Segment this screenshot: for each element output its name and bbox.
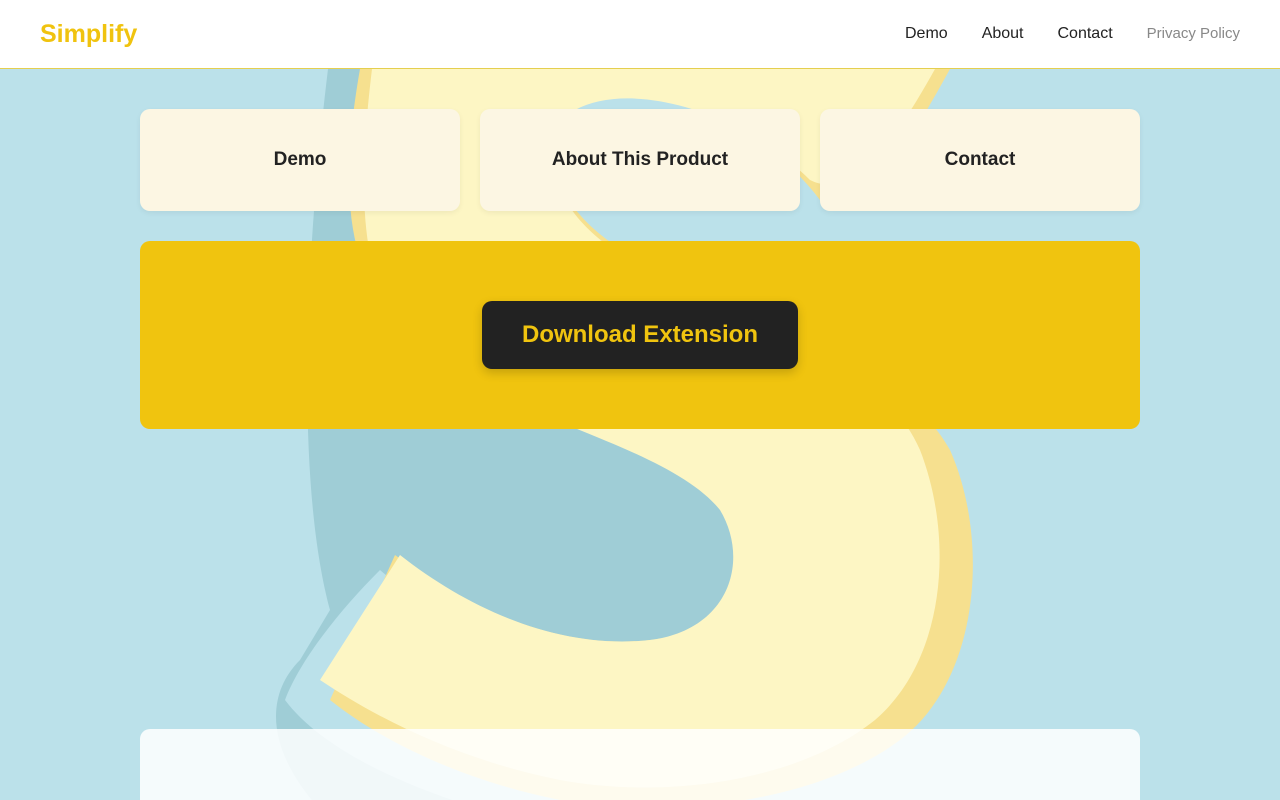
main-nav: Demo About Contact Privacy Policy: [871, 22, 1240, 46]
nav-link-privacy-policy[interactable]: Privacy Policy: [1147, 22, 1240, 46]
site-header: Simplify Demo About Contact Privacy Poli…: [0, 0, 1280, 69]
content-panel: [140, 729, 1140, 800]
nav-link-contact[interactable]: Contact: [1058, 22, 1113, 46]
card-demo[interactable]: Demo: [140, 109, 460, 211]
nav-link-demo[interactable]: Demo: [905, 22, 948, 46]
download-extension-button[interactable]: Download Extension: [482, 301, 798, 369]
nav-link-about[interactable]: About: [982, 22, 1024, 46]
brand-logo[interactable]: Simplify: [40, 18, 137, 50]
download-panel: Download Extension: [140, 241, 1140, 429]
card-contact[interactable]: Contact: [820, 109, 1140, 211]
card-about-this-product[interactable]: About This Product: [480, 109, 800, 211]
